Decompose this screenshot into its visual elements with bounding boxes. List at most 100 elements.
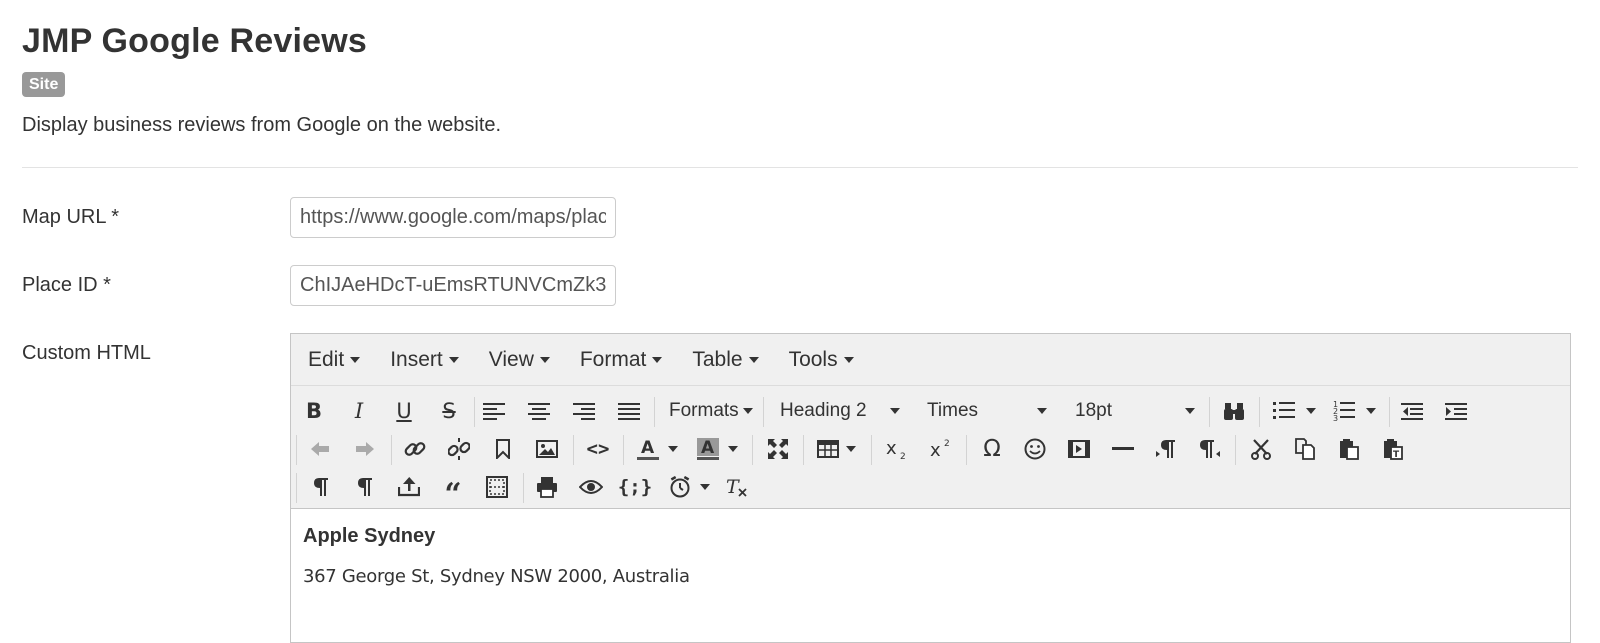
toolbar-separator [752,435,753,465]
page: JMP Google Reviews Site Display business… [0,0,1600,643]
media-icon[interactable] [1066,430,1092,468]
ltr-direction-icon[interactable] [1153,430,1179,468]
copy-icon[interactable] [1292,430,1318,468]
caret-down-icon [700,484,710,490]
unlink-icon[interactable] [446,430,472,468]
custom-html-label: Custom HTML [22,342,151,364]
table-options[interactable] [844,430,858,468]
toolbar-separator [523,473,524,503]
table-icon[interactable] [815,430,841,468]
bold-icon[interactable]: B [301,392,327,430]
custom-html-editor: Edit Insert View Format Table Tools B I … [290,333,1571,643]
blockquote-icon[interactable]: “ [440,468,466,512]
toolbar-separator [1259,397,1260,427]
toolbar-separator [296,435,297,465]
paste-as-text-icon[interactable]: T [1380,430,1406,468]
site-badge: Site [22,72,66,97]
svg-text:x: x [930,440,941,460]
menu-format[interactable]: Format [569,348,674,372]
text-color-options[interactable] [666,430,680,468]
text-color-icon[interactable]: A [635,430,661,468]
numbered-list-icon[interactable]: 123 [1331,392,1357,430]
svg-text:3: 3 [1333,414,1338,422]
bookmark-icon[interactable] [490,430,516,468]
place-id-input[interactable] [290,265,616,306]
subscript-icon[interactable]: x2 [885,430,911,468]
align-left-icon[interactable] [481,392,507,430]
caret-down-icon [1306,408,1316,414]
preview-icon[interactable] [578,468,604,506]
caret-down-icon [448,356,459,363]
paragraph-icon[interactable] [308,468,334,506]
toolbar-separator [871,435,872,465]
print-icon[interactable] [534,468,560,506]
caret-down-icon [846,446,856,452]
editor-content[interactable]: Apple Sydney 367 George St, Sydney NSW 2… [291,509,1570,603]
outdent-icon[interactable] [1399,392,1425,430]
template-variable-icon[interactable]: {;} [618,468,652,506]
formats-dropdown[interactable]: Formats [669,392,753,430]
visual-aid-icon[interactable] [484,468,510,506]
link-icon[interactable] [402,430,428,468]
menu-view[interactable]: View [478,348,561,372]
indent-icon[interactable] [1443,392,1469,430]
paste-icon[interactable] [1336,430,1362,468]
clear-formatting-icon[interactable]: T [724,468,750,506]
content-paragraph: 367 George St, Sydney NSW 2000, Australi… [303,566,690,587]
caret-down-icon [843,356,854,363]
align-justify-icon[interactable] [616,392,642,430]
caret-down-icon [539,356,550,363]
background-color-icon[interactable]: A [695,430,721,468]
caret-down-icon [1185,408,1195,414]
italic-icon[interactable]: I [346,392,372,430]
svg-text:2: 2 [944,439,950,449]
insert-file-icon[interactable] [396,468,422,506]
insert-datetime-options[interactable] [698,468,712,506]
toolbar-separator [1389,397,1390,427]
divider [22,167,1578,168]
superscript-icon[interactable]: x2 [929,430,955,468]
background-color-options[interactable] [726,430,740,468]
code-icon[interactable]: <> [585,430,611,468]
redo-icon[interactable] [352,430,378,468]
svg-text:2: 2 [900,452,906,460]
bullet-list-options[interactable] [1304,392,1318,430]
content-heading: Apple Sydney [303,525,436,547]
strikethrough-icon[interactable]: S [436,392,462,430]
align-center-icon[interactable] [526,392,552,430]
menu-table[interactable]: Table [681,348,769,372]
underline-icon[interactable]: U [391,392,417,430]
align-right-icon[interactable] [571,392,597,430]
rtl-direction-icon[interactable] [1197,430,1223,468]
fullscreen-icon[interactable] [765,430,791,468]
font-size-select[interactable]: 18pt [1075,392,1195,430]
map-url-input[interactable] [290,197,616,238]
insert-datetime-icon[interactable] [667,468,693,506]
emoticons-icon[interactable] [1022,430,1048,468]
menu-edit[interactable]: Edit [297,348,371,372]
find-replace-icon[interactable] [1221,392,1247,430]
show-blocks-icon[interactable] [352,468,378,506]
cut-icon[interactable] [1248,430,1274,468]
menu-insert[interactable]: Insert [379,348,470,372]
toolbar-separator [803,435,804,465]
svg-text:T: T [1393,450,1400,460]
bullet-list-icon[interactable] [1271,392,1297,430]
special-character-icon[interactable]: Ω [979,430,1005,468]
undo-icon[interactable] [307,430,333,468]
toolbar-row-3: “ {;} T [291,468,1572,512]
toolbar-separator [654,397,655,427]
toolbar-row-1: B I U S Formats Heading 2 Times 18pt 1 2… [291,392,1572,430]
toolbar-separator [573,435,574,465]
svg-text:A: A [701,438,715,458]
numbered-list-options[interactable] [1364,392,1378,430]
page-title: JMP Google Reviews [22,22,367,60]
image-icon[interactable] [534,430,560,468]
menu-tools[interactable]: Tools [778,348,865,372]
block-format-select[interactable]: Heading 2 [780,392,900,430]
toolbar-separator [296,473,297,503]
toolbar-separator [1209,397,1210,427]
caret-down-icon [652,356,663,363]
horizontal-rule-icon[interactable] [1110,430,1136,468]
font-family-select[interactable]: Times [927,392,1047,430]
